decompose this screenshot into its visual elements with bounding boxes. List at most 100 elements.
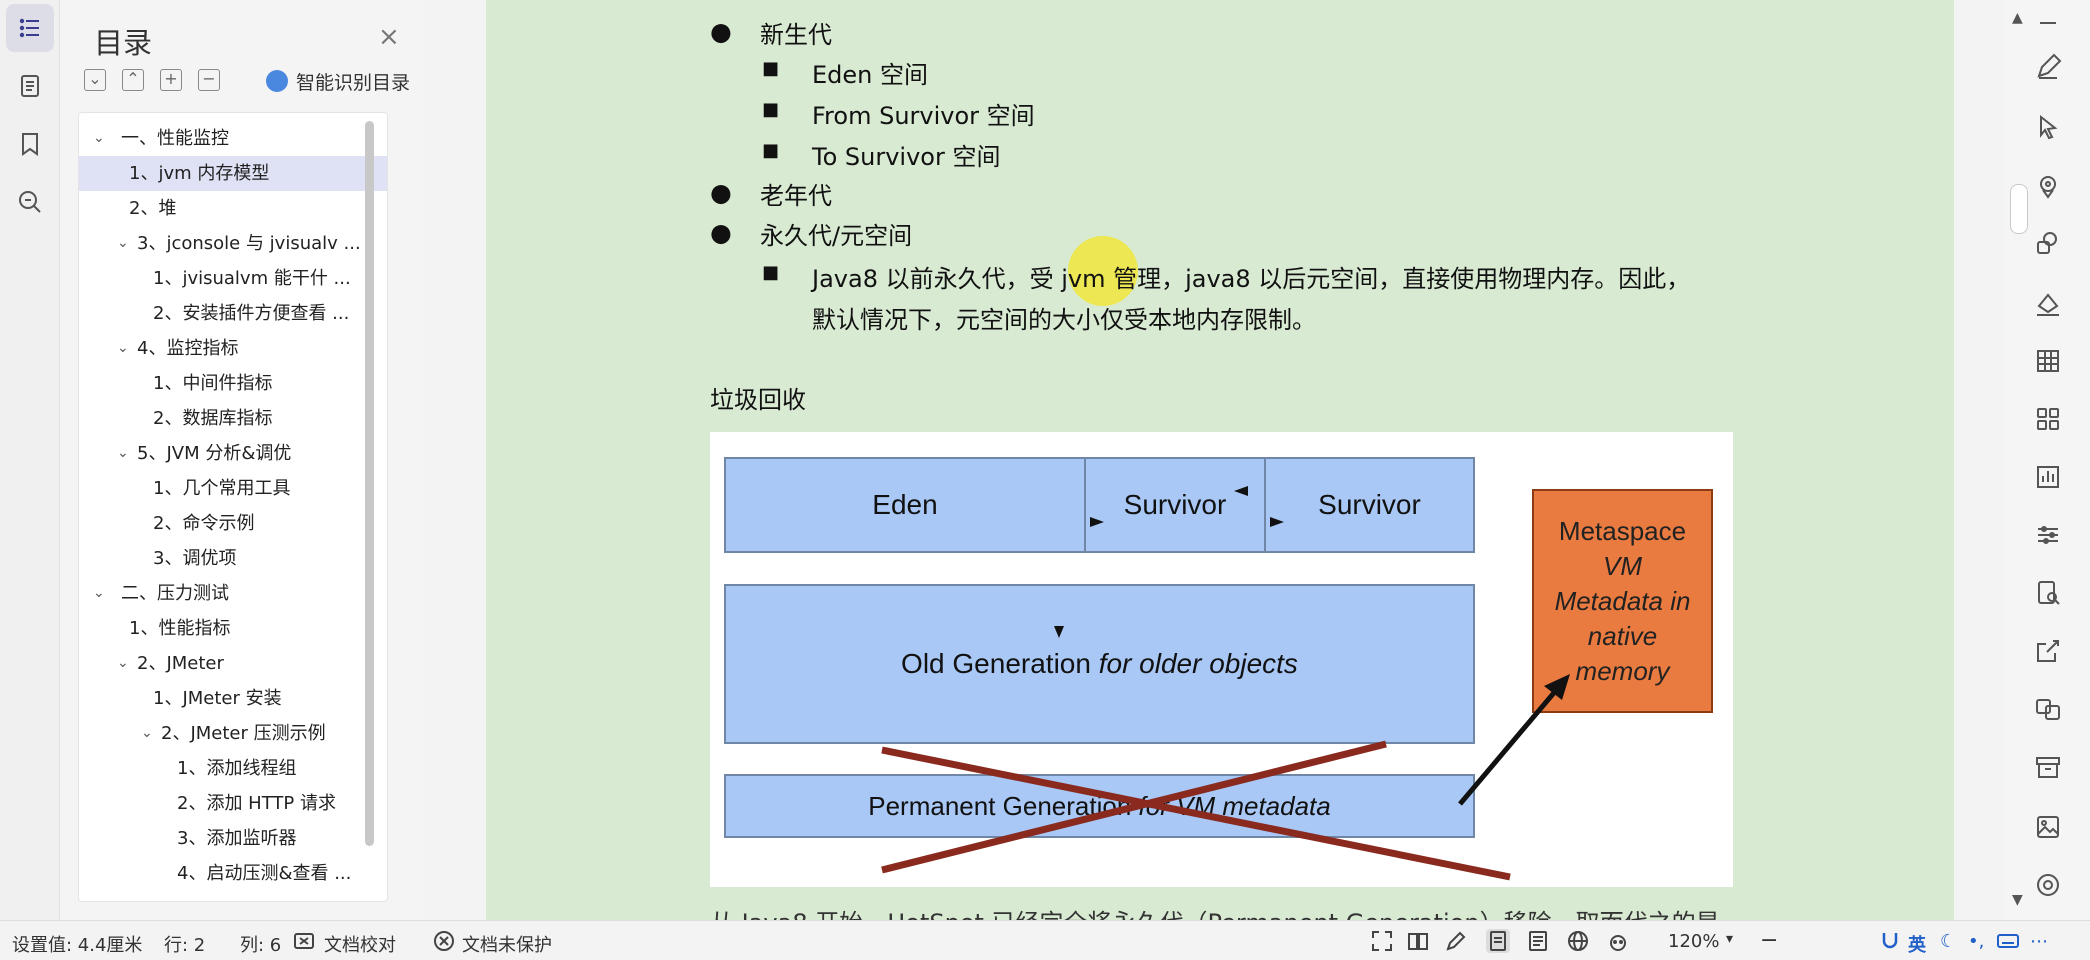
bookmark-icon	[22, 133, 38, 156]
keyboard-icon[interactable]	[1996, 929, 2020, 953]
moon-icon[interactable]: ☾	[1940, 931, 1956, 952]
collapse-all-icon[interactable]: ⌄	[84, 69, 106, 91]
ime-language[interactable]: 英	[1908, 931, 1926, 957]
text-from-survivor: From Survivor 空间	[812, 102, 1035, 130]
toc-item[interactable]: 1、中间件指标	[79, 366, 387, 401]
toc-item[interactable]: ⌄ 4、监控指标	[79, 331, 387, 366]
smart-toc-button[interactable]: 智能识别目录	[296, 68, 410, 95]
toc-item[interactable]: ⌄ 2、JMeter	[79, 646, 387, 681]
book-view-icon[interactable]	[1406, 929, 1430, 953]
toc-item[interactable]: 1、添加线程组	[79, 751, 387, 786]
fullscreen-icon[interactable]	[1370, 929, 1394, 953]
chevron-down-icon[interactable]: ⌄	[117, 226, 129, 261]
add-heading-icon[interactable]: +	[160, 69, 182, 91]
toc-scrollbar[interactable]	[365, 121, 374, 846]
shapes-icon[interactable]	[2033, 228, 2063, 258]
square-bullet: ■	[762, 262, 780, 283]
location-icon[interactable]	[2033, 172, 2063, 202]
ime-logo-icon[interactable]	[1878, 929, 1902, 953]
grid-icon[interactable]	[2033, 404, 2063, 434]
arrow-marker	[1234, 486, 1248, 496]
table-icon[interactable]	[2033, 346, 2063, 376]
bullet: ●	[710, 178, 732, 207]
page-view-icon[interactable]	[1486, 929, 1510, 953]
search-icon	[19, 191, 41, 213]
toc-item[interactable]: 1、jvisualvm 能干什 ...	[79, 261, 387, 296]
toc-item[interactable]: 4、启动压测&查看 ...	[79, 856, 387, 891]
ime-more-icon[interactable]: ⋯	[2030, 931, 2048, 952]
bullet: ●	[710, 17, 732, 46]
square-bullet: ■	[762, 140, 780, 161]
protect-button[interactable]: 文档未保护	[462, 931, 552, 957]
document-list-icon	[21, 75, 39, 97]
toc-item[interactable]: 1、性能指标	[79, 611, 387, 646]
expand-all-icon[interactable]: ⌃	[122, 69, 144, 91]
outline-button[interactable]	[6, 62, 54, 110]
find-button[interactable]	[6, 178, 54, 226]
chart-icon[interactable]	[2033, 462, 2063, 492]
toc-item[interactable]: ⌄ 3、jconsole 与 jvisualv ...	[79, 226, 387, 261]
archive-icon[interactable]	[2033, 752, 2063, 782]
toc-item[interactable]: 2、数据库指标	[79, 401, 387, 436]
toc-item[interactable]: 2、堆	[79, 191, 387, 226]
text-perm-desc-1: Java8 以前永久代，受 jvm 管理，java8 以后元空间，直接使用物理内…	[812, 265, 1691, 293]
toc-item[interactable]: 1、几个常用工具	[79, 471, 387, 506]
cursor-icon[interactable]	[2033, 112, 2063, 142]
toc-item-selected[interactable]: 1、jvm 内存模型	[79, 156, 387, 191]
chevron-down-icon[interactable]: ⌄	[117, 331, 129, 366]
toc-item[interactable]: ⌄ 一、性能监控	[79, 121, 387, 156]
fill-icon[interactable]	[2033, 288, 2063, 318]
toc-item[interactable]: 3、添加监听器	[79, 821, 387, 856]
minimize-icon[interactable]	[2033, 8, 2063, 38]
chevron-down-icon[interactable]: ⌄	[141, 716, 153, 751]
toc-item[interactable]: 2、安装插件方便查看 ...	[79, 296, 387, 331]
share-icon[interactable]	[2033, 636, 2063, 666]
remove-heading-icon[interactable]: −	[198, 69, 220, 91]
toc-item[interactable]: 1、JMeter 安装	[79, 681, 387, 716]
text-eden: Eden 空间	[812, 61, 929, 89]
bookmark-button[interactable]	[6, 120, 54, 168]
chevron-down-icon[interactable]: ⌄	[117, 646, 129, 681]
pen-icon[interactable]	[2033, 52, 2063, 82]
toc-item[interactable]: ⌄ 2、JMeter 压测示例	[79, 716, 387, 751]
edit-view-icon[interactable]	[1444, 929, 1468, 953]
shield-icon[interactable]	[432, 929, 456, 953]
vertical-scrollbar-thumb[interactable]	[2010, 184, 2028, 234]
translate-icon[interactable]	[2033, 694, 2063, 724]
toc-title: 目录	[94, 26, 153, 60]
chevron-down-icon[interactable]: ⌄	[117, 436, 129, 471]
zoom-level[interactable]: 120%	[1668, 931, 1719, 952]
memory-model-figure: Eden Survivor Survivor Old Generation fo…	[710, 432, 1733, 887]
right-tool-strip: ▲ ▼	[1954, 0, 2090, 920]
sliders-icon[interactable]	[2033, 520, 2063, 550]
proof-button[interactable]: 文档校对	[324, 931, 396, 957]
list-icon	[19, 18, 39, 38]
text-to-survivor: To Survivor 空间	[812, 143, 1001, 171]
cross-line	[881, 746, 1511, 881]
scroll-up-icon[interactable]: ▲	[2012, 10, 2023, 26]
vertical-scrollbar-track[interactable]	[1954, 0, 2004, 920]
toc-item[interactable]: 2、添加 HTTP 请求	[79, 786, 387, 821]
toc-item[interactable]: 2、命令示例	[79, 506, 387, 541]
arrow-marker	[1054, 626, 1064, 638]
proof-icon[interactable]	[292, 929, 316, 953]
document-search-icon[interactable]	[2033, 578, 2063, 608]
settings-icon[interactable]	[2033, 870, 2063, 900]
figure-overlay	[881, 486, 1570, 881]
close-icon[interactable]: ×	[378, 24, 400, 50]
image-icon[interactable]	[2033, 812, 2063, 842]
smart-toc-icon[interactable]	[266, 70, 288, 92]
chevron-down-icon[interactable]: ⌄	[93, 121, 105, 156]
outline-view-icon[interactable]	[1526, 929, 1550, 953]
chevron-down-icon[interactable]: ⌄	[93, 576, 105, 611]
punctuation-icon[interactable]: •,	[1968, 931, 1984, 952]
zoom-dropdown-icon[interactable]: ▾	[1726, 931, 1733, 947]
toc-panel-button[interactable]	[6, 4, 54, 52]
eye-care-icon[interactable]	[1606, 929, 1630, 953]
scroll-down-icon[interactable]: ▼	[2012, 892, 2023, 908]
web-view-icon[interactable]	[1566, 929, 1590, 953]
zoom-out-icon[interactable]: −	[1760, 928, 1778, 953]
toc-item[interactable]: 3、调优项	[79, 541, 387, 576]
toc-item[interactable]: ⌄ 5、JVM 分析&调优	[79, 436, 387, 471]
toc-item[interactable]: ⌄ 二、压力测试	[79, 576, 387, 611]
